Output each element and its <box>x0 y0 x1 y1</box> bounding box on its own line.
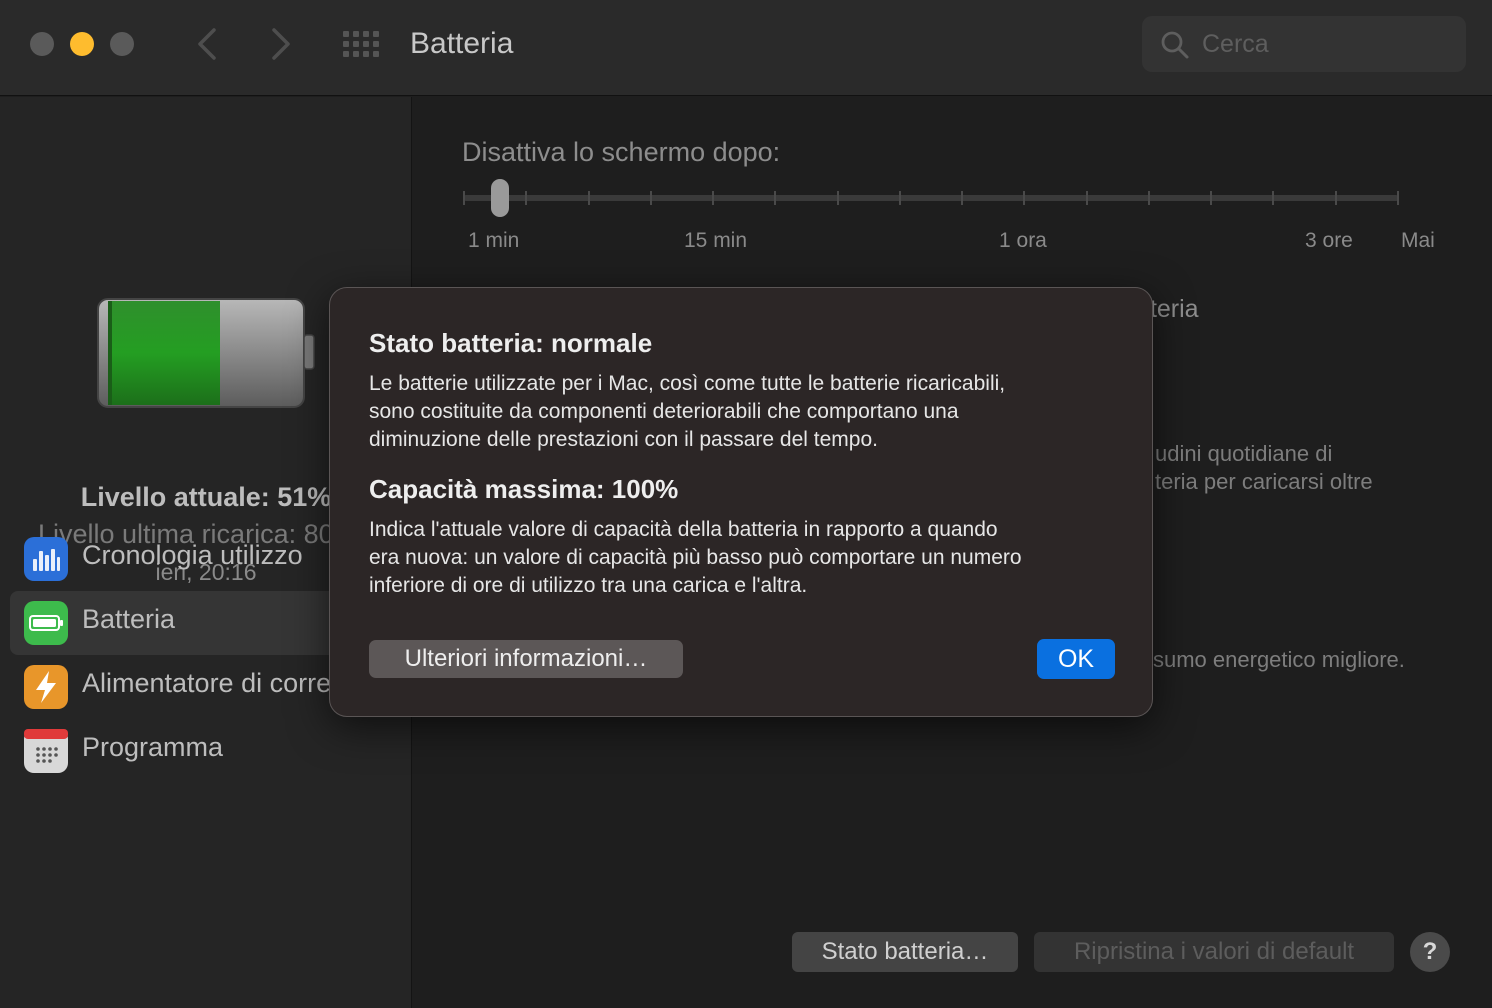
slider-tick <box>1334 191 1337 205</box>
slider-tick <box>1023 191 1026 205</box>
display-sleep-slider-track[interactable] <box>463 195 1399 201</box>
show-all-grid-icon[interactable] <box>342 30 382 58</box>
slider-tick <box>1147 191 1150 205</box>
usage-history-icon <box>24 537 68 581</box>
forward-arrow-icon[interactable] <box>264 22 298 66</box>
calendar-icon <box>24 729 68 773</box>
dialog-body-line: diminuzione delle prestazioni con il pas… <box>369 428 878 451</box>
restore-defaults-button[interactable]: Ripristina i valori di default <box>1034 932 1394 972</box>
search-field[interactable] <box>1142 16 1466 72</box>
battery-icon <box>24 601 68 645</box>
window-title: Batteria <box>410 27 514 60</box>
zoom-window-button[interactable] <box>110 32 134 56</box>
dialog-body-line: inferiore di ore di utilizzo tra una car… <box>369 574 808 597</box>
tick-label-never: Mai <box>1401 229 1435 252</box>
minimize-window-button[interactable] <box>70 32 94 56</box>
search-input[interactable] <box>1202 24 1452 64</box>
sidebar-item-label: Batteria <box>82 604 176 634</box>
tick-label-1hour: 1 ora <box>999 229 1047 252</box>
tick-label-3hours: 3 ore <box>1305 229 1353 252</box>
tick-label-1min: 1 min <box>468 229 520 252</box>
slider-tick <box>463 191 465 205</box>
slider-tick <box>712 191 715 205</box>
slider-tick <box>1085 191 1088 205</box>
search-icon <box>1161 31 1189 59</box>
sidebar-item-label: Programma <box>82 732 224 762</box>
dialog-heading-capacity: Capacità massima: 100% <box>369 474 679 504</box>
help-button[interactable]: ? <box>1410 932 1450 972</box>
dialog-body-line: sono costituite da componenti deteriorab… <box>369 400 959 423</box>
display-sleep-slider-knob[interactable] <box>491 179 509 217</box>
back-arrow-icon[interactable] <box>190 22 224 66</box>
slider-tick <box>774 191 777 205</box>
dialog-body-line: Indica l'attuale valore di capacità dell… <box>369 518 998 541</box>
ok-button[interactable]: OK <box>1037 639 1115 679</box>
tick-label-15min: 15 min <box>684 229 748 252</box>
dialog-body-line: era nuova: un valore di capacità più bas… <box>369 546 1022 569</box>
power-adapter-icon <box>24 665 68 709</box>
dialog-body-line: Le batterie utilizzate per i Mac, così c… <box>369 372 1006 395</box>
dialog-heading-status: Stato batteria: normale <box>369 328 653 358</box>
sidebar-item-label: Cronologia utilizzo <box>82 540 303 570</box>
more-info-button[interactable]: Ulteriori informazioni… <box>369 640 683 678</box>
slider-tick <box>649 191 652 205</box>
slider-tick <box>961 191 964 205</box>
slider-tick <box>1210 191 1213 205</box>
display-sleep-slider-label: Disattiva lo schermo dopo: <box>462 137 781 167</box>
close-window-button[interactable] <box>30 32 54 56</box>
slider-tick <box>525 191 528 205</box>
sidebar-item-schedule[interactable]: Programma <box>10 719 411 783</box>
background-text-fragment: udini quotidiane di <box>1155 441 1333 466</box>
slider-tick <box>587 191 590 205</box>
background-text-fragment: sumo energetico migliore. <box>1153 647 1405 672</box>
slider-tick <box>836 191 839 205</box>
battery-status-dialog: Stato batteria: normale Le batterie util… <box>329 287 1153 717</box>
slider-tick <box>898 191 901 205</box>
title-bar: Batteria <box>0 0 1492 96</box>
slider-tick <box>1272 191 1275 205</box>
battery-status-button[interactable]: Stato batteria… <box>792 932 1018 972</box>
battery-level-graphic <box>97 298 315 408</box>
system-preferences-window: Batteria Cerca Livello attuale: 51% Live… <box>0 0 1492 1008</box>
sidebar-item-label: Alimentatore di corre <box>82 668 332 698</box>
background-text-fragment: teria per caricarsi oltre <box>1155 469 1373 494</box>
slider-tick <box>1397 191 1399 205</box>
